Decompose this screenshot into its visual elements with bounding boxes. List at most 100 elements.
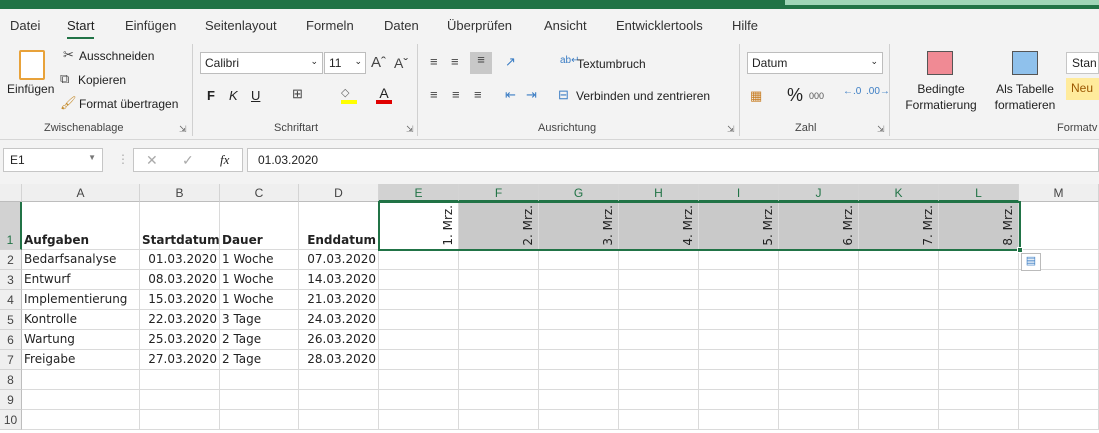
cell-H4[interactable] [619, 290, 699, 310]
cell-L4[interactable] [939, 290, 1019, 310]
paste-button[interactable]: Einfügen [7, 82, 54, 96]
cell-I10[interactable] [699, 410, 779, 430]
column-header-j[interactable]: J [779, 184, 859, 202]
conditional-formatting-button[interactable]: Bedingte Formatierung [900, 81, 982, 113]
cell-C6[interactable]: 2 Tage [220, 330, 299, 350]
column-header-m[interactable]: M [1019, 184, 1099, 202]
shrink-font-icon[interactable]: Aˇ [394, 55, 408, 71]
cell-H5[interactable] [619, 310, 699, 330]
cell-C2[interactable]: 1 Woche [220, 250, 299, 270]
cell-F4[interactable] [459, 290, 539, 310]
cell-I7[interactable] [699, 350, 779, 370]
cell-C1[interactable]: Dauer [220, 202, 299, 250]
tab-seitenlayout[interactable]: Seitenlayout [205, 18, 277, 33]
row-header-5[interactable]: 5 [0, 310, 22, 330]
decrease-decimal-icon[interactable]: .00→ [866, 86, 890, 97]
cell-D2[interactable]: 07.03.2020 [299, 250, 379, 270]
row-header-3[interactable]: 3 [0, 270, 22, 290]
cell-A10[interactable] [22, 410, 140, 430]
cell-G9[interactable] [539, 390, 619, 410]
cell-L5[interactable] [939, 310, 1019, 330]
cell-K9[interactable] [859, 390, 939, 410]
cell-D4[interactable]: 21.03.2020 [299, 290, 379, 310]
cell-E1[interactable]: 1. Mrz. [379, 202, 459, 250]
cell-C8[interactable] [220, 370, 299, 390]
thousands-button[interactable]: 000 [809, 91, 824, 101]
cell-M9[interactable] [1019, 390, 1099, 410]
cell-A1[interactable]: Aufgaben [22, 202, 140, 250]
column-header-l[interactable]: L [939, 184, 1019, 202]
cell-B10[interactable] [140, 410, 220, 430]
cell-F3[interactable] [459, 270, 539, 290]
cell-A4[interactable]: Implementierung [22, 290, 140, 310]
italic-button[interactable]: K [229, 88, 238, 103]
cell-K1[interactable]: 7. Mrz. [859, 202, 939, 250]
cell-J8[interactable] [779, 370, 859, 390]
cell-I5[interactable] [699, 310, 779, 330]
cell-A2[interactable]: Bedarfsanalyse [22, 250, 140, 270]
cell-D9[interactable] [299, 390, 379, 410]
cell-L6[interactable] [939, 330, 1019, 350]
tab-einfuegen[interactable]: Einfügen [125, 18, 176, 33]
cell-I1[interactable]: 5. Mrz. [699, 202, 779, 250]
cell-K4[interactable] [859, 290, 939, 310]
cell-M4[interactable] [1019, 290, 1099, 310]
dialog-launcher-icon[interactable]: ⇲ [727, 124, 735, 135]
font-size-select[interactable]: 11 ⌄ [324, 52, 366, 74]
tab-daten[interactable]: Daten [384, 18, 419, 33]
cell-H6[interactable] [619, 330, 699, 350]
cell-K8[interactable] [859, 370, 939, 390]
cell-F9[interactable] [459, 390, 539, 410]
cell-F8[interactable] [459, 370, 539, 390]
row-header-9[interactable]: 9 [0, 390, 22, 410]
cell-F10[interactable] [459, 410, 539, 430]
percent-button[interactable]: % [787, 85, 803, 106]
cell-C9[interactable] [220, 390, 299, 410]
format-painter-button[interactable]: Format übertragen [79, 97, 178, 111]
tab-formeln[interactable]: Formeln [306, 18, 354, 33]
cell-B3[interactable]: 08.03.2020 [140, 270, 220, 290]
cell-J5[interactable] [779, 310, 859, 330]
cell-B8[interactable] [140, 370, 220, 390]
row-header-7[interactable]: 7 [0, 350, 22, 370]
style-neutral[interactable]: Neu [1066, 78, 1099, 100]
dialog-launcher-icon[interactable]: ⇲ [179, 124, 187, 135]
cell-C4[interactable]: 1 Woche [220, 290, 299, 310]
currency-icon[interactable]: ▦ [750, 88, 762, 104]
column-header-a[interactable]: A [22, 184, 140, 202]
cell-D3[interactable]: 14.03.2020 [299, 270, 379, 290]
cell-E6[interactable] [379, 330, 459, 350]
align-right-icon[interactable]: ≡ [474, 87, 482, 102]
row-header-4[interactable]: 4 [0, 290, 22, 310]
select-all-button[interactable] [0, 184, 22, 202]
decrease-indent-icon[interactable]: ⇤ [505, 87, 516, 103]
enter-icon[interactable]: ✓ [182, 152, 194, 169]
cell-L2[interactable] [939, 250, 1019, 270]
cell-H3[interactable] [619, 270, 699, 290]
row-header-1[interactable]: 1 [0, 202, 22, 250]
cell-J6[interactable] [779, 330, 859, 350]
cell-J4[interactable] [779, 290, 859, 310]
cell-E7[interactable] [379, 350, 459, 370]
name-box[interactable]: E1 ▼ [3, 148, 103, 172]
cancel-icon[interactable]: ✕ [146, 152, 158, 169]
cell-B2[interactable]: 01.03.2020 [140, 250, 220, 270]
cell-L7[interactable] [939, 350, 1019, 370]
cell-D1[interactable]: Enddatum [299, 202, 379, 250]
cell-B5[interactable]: 22.03.2020 [140, 310, 220, 330]
cell-B7[interactable]: 27.03.2020 [140, 350, 220, 370]
tab-ansicht[interactable]: Ansicht [544, 18, 587, 33]
cell-J1[interactable]: 6. Mrz. [779, 202, 859, 250]
fill-color-icon[interactable]: ◇ [341, 86, 357, 104]
grow-font-icon[interactable]: Aˆ [371, 54, 386, 71]
cell-D7[interactable]: 28.03.2020 [299, 350, 379, 370]
cell-K2[interactable] [859, 250, 939, 270]
cell-B9[interactable] [140, 390, 220, 410]
font-color-icon[interactable]: A [376, 85, 392, 104]
cell-H10[interactable] [619, 410, 699, 430]
cell-K6[interactable] [859, 330, 939, 350]
quick-analysis-icon[interactable]: ▤ [1021, 253, 1041, 271]
cell-G4[interactable] [539, 290, 619, 310]
cell-G3[interactable] [539, 270, 619, 290]
column-header-f[interactable]: F [459, 184, 539, 202]
